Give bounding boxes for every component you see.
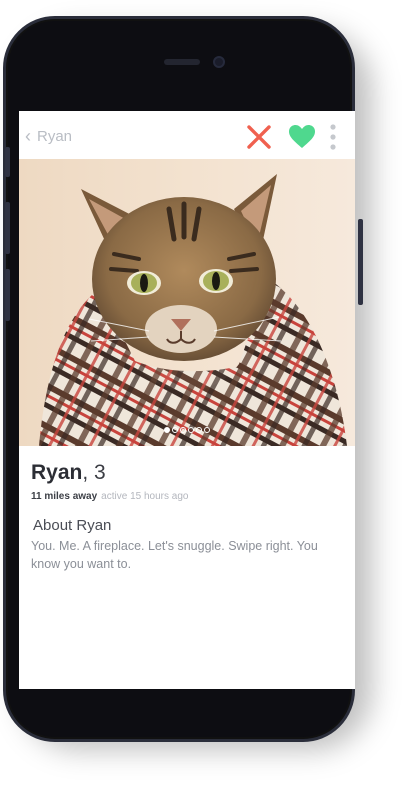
volume-down-button	[5, 269, 10, 321]
profile-photo[interactable]	[19, 159, 355, 446]
page-dot[interactable]	[196, 427, 202, 433]
activity-text: active 15 hours ago	[101, 491, 189, 502]
more-vertical-icon[interactable]	[328, 123, 338, 151]
volume-up-button	[5, 202, 10, 254]
about-text: You. Me. A fireplace. Let's snuggle. Swi…	[31, 539, 318, 571]
page-dot[interactable]	[172, 427, 178, 433]
back-button[interactable]: ‹ Ryan	[25, 127, 72, 145]
close-icon[interactable]	[246, 124, 272, 150]
app-screen: ‹ Ryan Ryan, 3 11 miles away active 15 h…	[19, 111, 355, 689]
power-button	[358, 219, 363, 305]
photo-pagination[interactable]	[19, 427, 355, 433]
back-label: Ryan	[37, 127, 73, 145]
front-camera	[213, 56, 225, 68]
profile-name-age: Ryan, 3	[31, 461, 341, 485]
profile-meta: 11 miles away active 15 hours ago	[31, 491, 341, 502]
profile-age: , 3	[82, 461, 106, 484]
profile-info: Ryan, 3 11 miles away active 15 hours ago	[31, 461, 341, 502]
page-dot[interactable]	[204, 427, 210, 433]
page-dot[interactable]	[188, 427, 194, 433]
heart-icon[interactable]	[288, 124, 316, 150]
silent-switch	[5, 147, 10, 177]
distance-text: 11 miles away	[31, 491, 98, 502]
page-dot[interactable]	[180, 427, 186, 433]
about-heading: About Ryan	[33, 517, 112, 534]
profile-name: Ryan	[31, 461, 83, 484]
earpiece-speaker	[164, 59, 200, 65]
phone-frame: ‹ Ryan Ryan, 3 11 miles away active 15 h…	[3, 16, 363, 742]
top-bar: ‹ Ryan	[19, 111, 355, 159]
cat-photo-image	[19, 159, 355, 446]
chevron-left-icon: ‹	[25, 126, 31, 146]
page-dot[interactable]	[164, 427, 170, 433]
